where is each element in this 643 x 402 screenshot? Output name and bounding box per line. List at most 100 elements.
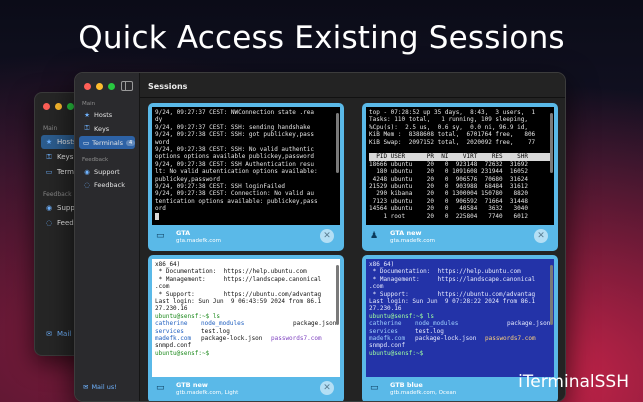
- terminal-line: 9/24, 09:27:38 CEST: SSH loginFailed: [155, 183, 286, 191]
- scrollbar[interactable]: [336, 113, 339, 173]
- process-row: 290 kibana 20 0 1300004 150780 8820: [369, 190, 528, 198]
- scrollbar[interactable]: [550, 265, 553, 325]
- terminal-icon: ▭: [156, 231, 165, 241]
- sidebar-item-keys[interactable]: ⚿ Keys: [79, 122, 135, 135]
- sidebar-section-main: Main: [82, 101, 96, 107]
- zoom-window-button[interactable]: [67, 103, 74, 110]
- terminal-line: KiB Mem : 8388608 total, 6701764 free, 8…: [369, 131, 536, 139]
- sidebar-section-feedback: Feedback: [43, 191, 72, 198]
- window-controls: [84, 83, 115, 90]
- sessions-window: Main ★ Hosts ⚿ Keys ▭ Terminals 4 Feedback ◉…: [74, 72, 566, 402]
- headline: Quick Access Existing Sessions: [78, 20, 565, 56]
- scrollbar[interactable]: [550, 113, 553, 173]
- terminal-output: top - 07:28:52 up 35 days, 8:43, 3 users…: [366, 107, 554, 225]
- process-row: 1 root 20 0 225804 7740 6012: [369, 212, 528, 220]
- terminal-prompt: ubuntu@sensf:~$ ls: [155, 312, 221, 320]
- minimize-window-button[interactable]: [96, 83, 103, 90]
- star-icon: ★: [84, 110, 90, 119]
- terminal-line: * Support: https://ubuntu.com/advantag: [369, 290, 536, 298]
- sidebar-item-label: Supp: [57, 204, 75, 212]
- terminal-line: ord: [155, 205, 166, 213]
- terminal-line: dy: [155, 116, 163, 124]
- brand-name: iTerminalSSH: [518, 372, 629, 392]
- feedback-icon: ◌: [84, 180, 90, 189]
- session-address: gta.madefk.com: [176, 238, 221, 244]
- process-row: 180 ubuntu 20 0 1091608 231944 16052: [369, 168, 528, 176]
- sidebar-item-hosts[interactable]: ★ Hosts: [79, 108, 135, 121]
- zoom-window-button[interactable]: [108, 83, 115, 90]
- session-name: GTB new: [176, 381, 208, 389]
- mail-icon: ✉: [46, 330, 52, 338]
- close-session-button[interactable]: ✕: [320, 229, 334, 243]
- terminal-icon: ▭: [83, 138, 90, 147]
- sidebar-item-feedback[interactable]: ◌ Feedback: [79, 178, 135, 191]
- sidebar-item-label: Terminals: [92, 138, 124, 147]
- terminal-line: * Management: https://landscape.canonica…: [155, 275, 322, 283]
- session-tile-gta[interactable]: 9/24, 09:27:37 CEST: NWConnection state …: [148, 103, 344, 251]
- page-title: Sessions: [148, 82, 188, 91]
- terminals-count-badge: 4: [126, 139, 136, 146]
- process-row: 21529 ubuntu 20 0 903988 68484 31612: [369, 183, 528, 191]
- terminal-line: word: [155, 138, 170, 146]
- ls-row: madefk.com package-lock.json passwords7.co…: [369, 335, 536, 343]
- scrollbar[interactable]: [336, 265, 339, 325]
- feedback-icon: ◌: [45, 219, 53, 227]
- mail-label: Mail us!: [91, 383, 117, 391]
- sidebar-item-label: Support: [94, 167, 120, 176]
- sessions-main: Sessions 9/24, 09:27:37 CEST: NWConnecti…: [140, 73, 565, 401]
- close-window-button[interactable]: [84, 83, 91, 90]
- session-name: GTA: [176, 229, 191, 237]
- tile-footer: ▭ GTB new gtb.madefk.com, Light ✕: [154, 379, 338, 399]
- process-table-header: PID USER PR NI VIRT RES SHR: [369, 153, 551, 161]
- process-row: 7123 ubuntu 20 0 906592 71664 31448: [369, 197, 528, 205]
- session-tile-gtb-new[interactable]: x86_64) * Documentation: https://help.ub…: [148, 255, 344, 401]
- terminal-line: x86_64): [369, 261, 395, 268]
- ls-row: catherine node_modules package.json: [155, 320, 337, 328]
- sidebar-item-label: Hosts: [94, 110, 113, 119]
- minimize-window-button[interactable]: [55, 103, 62, 110]
- terminal-line: Last login: Sun Jun 9 07:28:22 2024 from…: [369, 298, 536, 306]
- sidebar-item-terminals[interactable]: ▭ Terminals 4: [79, 136, 136, 149]
- terminal-line: * Support: https://ubuntu.com/advantag: [155, 290, 322, 298]
- terminal-output: x86_64) * Documentation: https://help.ub…: [366, 259, 554, 377]
- close-window-button[interactable]: [43, 103, 50, 110]
- process-row: 4248 ubuntu 20 0 906576 70680 31624: [369, 175, 528, 183]
- terminal-output: x86_64) * Documentation: https://help.ub…: [152, 259, 340, 377]
- linux-penguin-icon: ♟: [370, 231, 379, 241]
- session-address: gtb.madefk.com, Light: [176, 390, 239, 396]
- sidebar-toggle-icon[interactable]: [121, 81, 133, 91]
- terminal-line: .com: [369, 283, 384, 291]
- session-name: GTA new: [390, 229, 422, 237]
- key-icon: ⚿: [84, 124, 90, 132]
- tile-footer: ▭ GTA gta.madefk.com ✕: [154, 227, 338, 247]
- terminal-line: publickey,password: [155, 175, 221, 183]
- terminal-icon: ▭: [45, 168, 53, 176]
- sidebar-item-support[interactable]: ◉ Support: [79, 165, 135, 178]
- tile-footer: ♟ GTA new gta.madefk.com ✕: [368, 227, 552, 247]
- terminal-icon: ▭: [370, 383, 379, 393]
- close-session-button[interactable]: ✕: [320, 381, 334, 395]
- sidebar-section-main: Main: [43, 125, 58, 132]
- terminal-line: x86_64): [155, 261, 181, 268]
- sidebar-item-label: Feedback: [94, 180, 125, 189]
- terminal-line: 9/24, 09:27:37 CEST: SSH: sending handsh…: [155, 123, 311, 131]
- divider: [140, 97, 565, 98]
- terminal-prompt: ubuntu@sensf:~$: [155, 349, 210, 357]
- session-tile-gta-new[interactable]: top - 07:28:52 up 35 days, 8:43, 3 users…: [362, 103, 558, 251]
- ls-row: services test.log: [155, 327, 230, 335]
- terminal-line: tentication options available: publickey…: [155, 197, 318, 205]
- ls-row: snmpd.conf: [369, 342, 406, 350]
- terminal-line: KiB Swap: 2097152 total, 2020092 free, 7…: [369, 138, 536, 146]
- cursor: [155, 212, 159, 220]
- process-row: 18666 ubuntu 20 0 923148 72632 31692: [369, 160, 528, 168]
- terminal-line: lt: No valid autentication options avail…: [155, 168, 318, 176]
- key-icon: ⚿: [46, 152, 52, 161]
- terminal-line: top - 07:28:52 up 35 days, 8:43, 3 users…: [369, 109, 536, 116]
- support-icon: ◉: [84, 167, 90, 176]
- close-session-button[interactable]: ✕: [534, 229, 548, 243]
- mail-icon: ✉: [83, 383, 89, 391]
- mail-link[interactable]: ✉ Mail us!: [83, 383, 117, 391]
- terminal-icon: ▭: [156, 383, 165, 393]
- session-address: gta.madefk.com: [390, 238, 435, 244]
- session-name: GTB blue: [390, 381, 423, 389]
